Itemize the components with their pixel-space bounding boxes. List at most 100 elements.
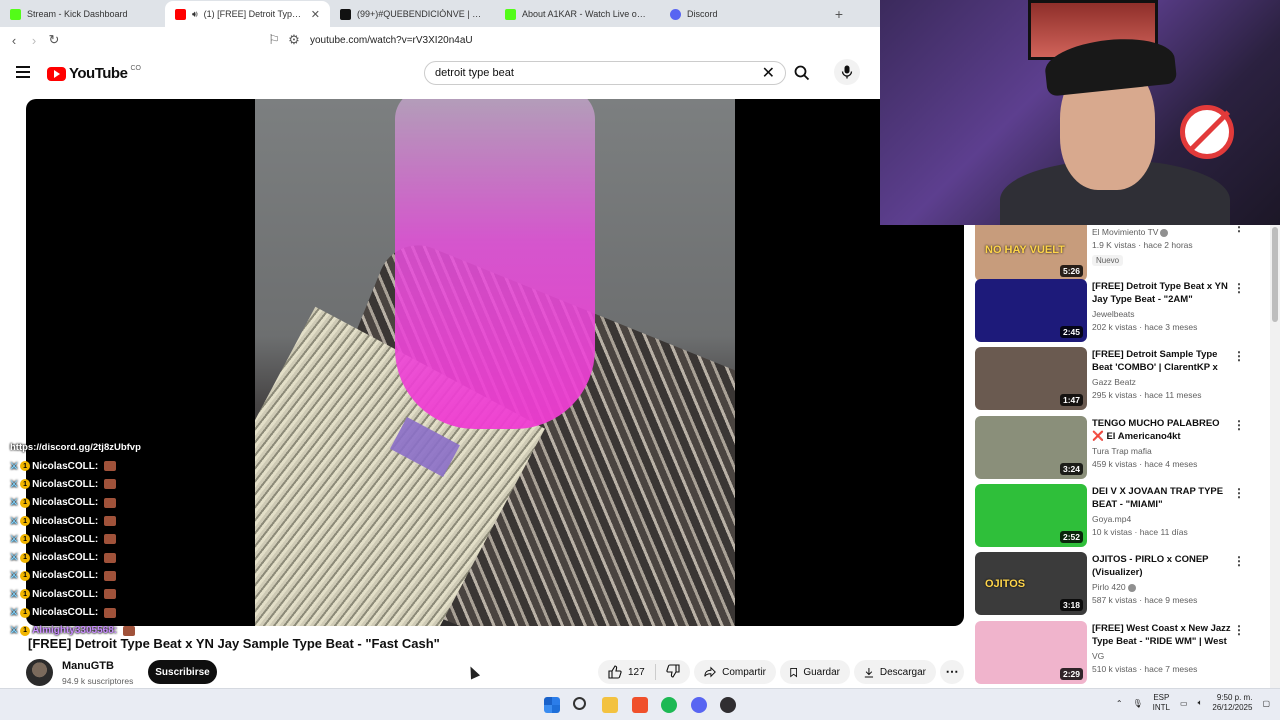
recommended-video[interactable]: NO HAY VUELT 5:26 CHRISTMAS 1 " TIRAERA de… [975, 225, 1265, 282]
recommended-channel[interactable]: El Movimiento TV [1092, 227, 1169, 237]
recommended-channel[interactable]: Jewelbeats [1092, 309, 1135, 319]
recommended-video[interactable]: 3:24 TENGO MUCHO PALABREO ❌ El Americano4… [975, 416, 1265, 480]
recommended-video[interactable]: OJITOS 3:18 OJITOS - PIRLO x CONEP (Visual… [975, 552, 1265, 616]
recommended-video-title[interactable]: [FREE] Detroit Sample Type Beat 'COMBO' … [1092, 348, 1232, 375]
more-options-icon[interactable]: ⋮ [1233, 623, 1245, 637]
recommended-video-title[interactable]: TENGO MUCHO PALABREO ❌ El Americano4kt [1092, 417, 1232, 443]
more-options-icon[interactable]: ⋮ [1233, 281, 1245, 295]
no-turtle-sign-icon [1180, 105, 1234, 159]
recommended-channel[interactable]: Gazz Beatz [1092, 377, 1136, 387]
close-tab-icon[interactable]: ✕ [311, 8, 320, 21]
sword-badge-icon: ⚔︎ [10, 570, 19, 581]
video-duration: 3:24 [1059, 463, 1083, 475]
video-thumbnail[interactable]: 3:24 [975, 416, 1087, 479]
share-button[interactable]: Compartir [694, 660, 776, 684]
voice-search-button[interactable] [834, 59, 860, 85]
bookmark-icon[interactable]: ⚐ [264, 32, 284, 48]
video-bottle-shape [395, 99, 595, 429]
video-thumbnail[interactable]: OJITOS 3:18 [975, 552, 1087, 615]
browser-tab-kick-dashboard[interactable]: Stream - Kick Dashboard [0, 1, 165, 27]
speaker-icon[interactable]: 🔊︎ [192, 9, 198, 20]
hamburger-menu-icon[interactable] [16, 66, 30, 78]
scrollbar[interactable] [1270, 225, 1280, 688]
recommended-channel[interactable]: VG [1092, 651, 1104, 661]
search-icon[interactable] [573, 697, 586, 710]
subscribe-button[interactable]: Suscribirse [148, 660, 217, 684]
emote-icon [104, 461, 117, 472]
channel-name[interactable]: ManuGTB [62, 660, 114, 672]
video-thumbnail[interactable]: 2:45 [975, 279, 1087, 342]
more-options-icon[interactable]: ⋮ [1233, 486, 1245, 500]
more-options-icon[interactable]: ⋮ [1233, 225, 1245, 234]
more-actions-button[interactable]: ⋯ [940, 660, 964, 684]
chat-username: NicolasCOLL: [32, 570, 99, 582]
chat-message: ⚔︎ 1 NicolasCOLL: [10, 567, 240, 585]
browser-tab-tiktok[interactable]: (99+)#QUEBENDICIÓNVE | Jh de la c [330, 1, 495, 27]
scrollbar-thumb[interactable] [1272, 227, 1278, 322]
more-options-icon[interactable]: ⋮ [1233, 554, 1245, 568]
notifications-icon[interactable]: ▢ [1262, 699, 1270, 708]
emote-icon [123, 625, 136, 636]
network-icon[interactable]: ▭ [1180, 699, 1188, 708]
microphone-icon [841, 65, 853, 79]
forward-icon[interactable]: › [24, 33, 44, 48]
thumbs-down-icon [666, 663, 680, 678]
new-tab-button[interactable]: + [825, 1, 853, 27]
video-thumbnail[interactable]: 1:47 [975, 347, 1087, 410]
obs-icon[interactable] [720, 697, 736, 713]
browser-tab-kick-about[interactable]: About A1KAR - Watch Live on Kick [495, 1, 660, 27]
input-language[interactable]: ESP INTL [1153, 693, 1170, 713]
recommended-video[interactable]: 2:45 [FREE] Detroit Type Beat x YN Jay Ty… [975, 279, 1265, 343]
recommended-video-title[interactable]: [FREE] West Coast x New Jazz Type Beat -… [1092, 622, 1232, 649]
chat-message: ⚔︎ 1 NicolasCOLL: [10, 530, 240, 548]
clear-search-icon[interactable]: ✕ [762, 63, 775, 83]
site-info-icon[interactable]: ⚙ [284, 32, 304, 48]
video-thumbnail[interactable]: NO HAY VUELT 5:26 [975, 225, 1087, 281]
video-duration: 1:47 [1059, 394, 1083, 406]
save-button[interactable]: Guardar [780, 660, 850, 684]
browser-tab-discord[interactable]: Discord [660, 1, 825, 27]
channel-avatar[interactable] [26, 659, 53, 686]
more-options-icon[interactable]: ⋮ [1233, 418, 1245, 432]
recommended-video[interactable]: 2:52 DEI V X JOVAAN TRAP TYPE BEAT - "MIA… [975, 484, 1265, 548]
recommended-video-title[interactable]: [FREE] Detroit Type Beat x YN Jay Type B… [1092, 280, 1232, 306]
recommended-video-title[interactable]: DEI V X JOVAAN TRAP TYPE BEAT - "MIAMI" [1092, 485, 1232, 511]
recommended-meta: 202 k vistas · hace 3 meses [1092, 322, 1198, 332]
recommended-video-title[interactable]: CHRISTMAS 1 " TIRAERA de ... [1092, 225, 1232, 226]
video-thumbnail[interactable]: 2:52 [975, 484, 1087, 547]
windows-start-icon[interactable] [544, 697, 560, 713]
recommended-channel[interactable]: Goya.mp4 [1092, 514, 1131, 524]
emote-icon [104, 589, 117, 600]
brave-browser-icon[interactable] [632, 697, 648, 713]
recommended-channel[interactable]: Pirlo 420 [1092, 582, 1136, 592]
dislike-button[interactable] [666, 663, 680, 681]
back-icon[interactable]: ‹ [4, 33, 24, 48]
recommended-channel[interactable]: Tura Trap mafia [1092, 446, 1152, 456]
more-options-icon[interactable]: ⋮ [1233, 349, 1245, 363]
volume-icon[interactable]: 🔈︎ [1198, 698, 1203, 708]
chevron-up-icon[interactable]: ⌃ [1116, 699, 1123, 708]
youtube-logo[interactable]: YouTube CO [47, 65, 141, 82]
microphone-icon[interactable]: 🎙︎ [1133, 699, 1143, 708]
recommended-video[interactable]: 2:29 [FREE] West Coast x New Jazz Type Be… [975, 621, 1265, 685]
emote-icon [104, 607, 117, 618]
url-field[interactable]: youtube.com/watch?v=rV3XI20n4aU [310, 35, 473, 46]
video-thumbnail[interactable]: 2:29 [975, 621, 1087, 684]
recommended-video[interactable]: 1:47 [FREE] Detroit Sample Type Beat 'COM… [975, 347, 1265, 411]
spotify-icon[interactable] [661, 697, 677, 713]
kick-icon [505, 8, 516, 20]
thumbs-up-icon [608, 665, 622, 679]
youtube-icon [175, 8, 186, 20]
like-button[interactable]: 127 [608, 665, 645, 679]
discord-icon[interactable] [691, 697, 707, 713]
search-input[interactable]: detroit type beat ✕ [424, 61, 786, 85]
chat-message: ⚔︎ 1 NicolasCOLL: [10, 548, 240, 566]
file-explorer-icon[interactable] [602, 697, 618, 713]
clock[interactable]: 9:50 p. m. 26/12/2025 [1212, 693, 1252, 713]
download-button[interactable]: Descargar [854, 660, 936, 684]
search-button[interactable] [788, 61, 816, 85]
reload-icon[interactable]: ↻ [44, 32, 64, 48]
chat-message: ⚔︎ 1 NicolasCOLL: [10, 457, 240, 475]
recommended-video-title[interactable]: OJITOS - PIRLO x CONEP (Visualizer) [1092, 553, 1232, 579]
browser-tab-youtube[interactable]: 🔊︎ (1) [FREE] Detroit Type Beat x ✕ [165, 1, 330, 27]
